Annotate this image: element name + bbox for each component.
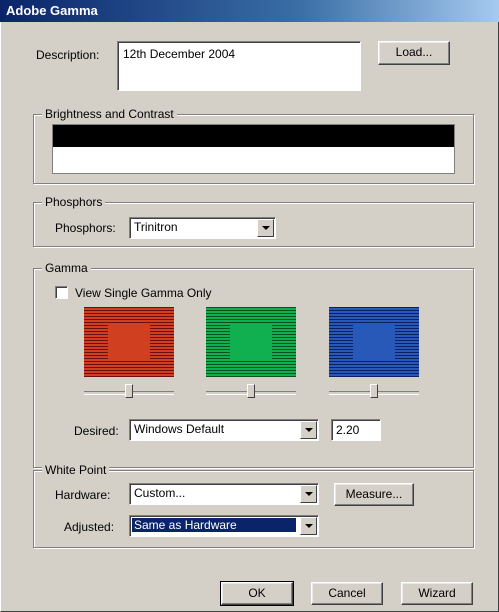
brightness-light-bar	[53, 147, 454, 173]
gamma-number: 2.20	[336, 423, 360, 437]
gamma-group-label: Gamma	[42, 261, 91, 275]
gamma-swatch-red	[84, 307, 174, 377]
brightness-dark-bar	[53, 125, 454, 147]
desired-dropdown[interactable]: Windows Default	[129, 419, 319, 441]
description-input[interactable]: 12th December 2004	[117, 41, 361, 91]
phosphors-label: Phosphors:	[55, 221, 116, 235]
chevron-down-icon[interactable]	[300, 517, 317, 535]
phosphors-dropdown[interactable]: Trinitron	[129, 217, 276, 239]
hardware-value: Custom...	[134, 486, 186, 500]
adjusted-dropdown[interactable]: Same as Hardware	[129, 515, 319, 537]
description-label: Description:	[36, 48, 100, 62]
load-button[interactable]: Load...	[378, 41, 450, 65]
brightness-preview	[52, 124, 455, 174]
gamma-swatch-green	[206, 307, 296, 377]
single-gamma-label: View Single Gamma Only	[75, 286, 212, 300]
gamma-swatch-center-green	[230, 323, 272, 361]
measure-button[interactable]: Measure...	[334, 483, 414, 506]
hardware-label: Hardware:	[55, 488, 111, 502]
gamma-slider-thumb-blue[interactable]	[370, 384, 378, 398]
gamma-value-input[interactable]: 2.20	[331, 419, 381, 441]
title-bar[interactable]: Adobe Gamma	[0, 0, 499, 22]
gamma-swatch-blue	[329, 307, 419, 377]
gamma-swatch-center-blue	[353, 323, 395, 361]
chevron-down-icon[interactable]	[257, 219, 274, 237]
window-title: Adobe Gamma	[6, 3, 98, 18]
gamma-slider-thumb-red[interactable]	[125, 384, 133, 398]
cancel-button[interactable]: Cancel	[311, 582, 383, 605]
gamma-swatch-center-red	[108, 323, 150, 361]
desired-label: Desired:	[74, 424, 119, 438]
brightness-group-label: Brightness and Contrast	[42, 107, 177, 121]
dialog-window: Description: 12th December 2004 Load... …	[0, 22, 499, 612]
single-gamma-checkbox[interactable]	[55, 286, 68, 299]
description-value: 12th December 2004	[123, 47, 236, 61]
white-point-group-label: White Point	[42, 463, 110, 477]
hardware-dropdown[interactable]: Custom...	[129, 483, 319, 505]
adjusted-label: Adjusted:	[64, 520, 115, 534]
phosphors-value: Trinitron	[134, 220, 178, 234]
wizard-button[interactable]: Wizard	[401, 582, 473, 605]
desired-value: Windows Default	[134, 422, 225, 436]
chevron-down-icon[interactable]	[300, 485, 317, 503]
phosphors-group-label: Phosphors	[42, 195, 106, 209]
gamma-slider-thumb-green[interactable]	[247, 384, 255, 398]
chevron-down-icon[interactable]	[300, 421, 317, 439]
ok-button[interactable]: OK	[220, 581, 294, 606]
adjusted-value: Same as Hardware	[132, 518, 296, 532]
